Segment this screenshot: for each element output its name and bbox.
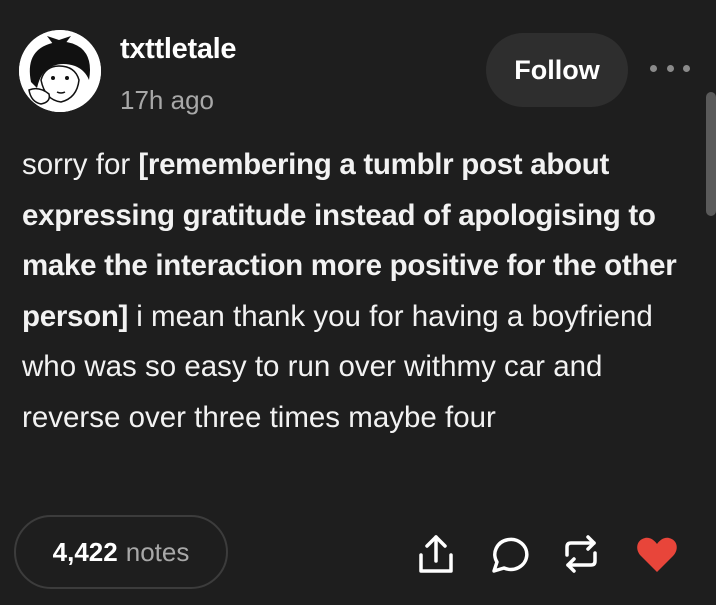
avatar-image [19,30,101,112]
heart-icon[interactable] [634,533,680,575]
scrollbar[interactable] [706,92,716,216]
follow-button[interactable]: Follow [486,33,628,107]
more-options-icon[interactable] [650,56,690,80]
notes-label: notes [125,536,190,567]
reblog-icon[interactable] [558,533,604,575]
more-dot [650,64,657,72]
username[interactable]: txttletale [120,33,237,66]
reply-icon[interactable] [486,533,532,575]
notes-count: 4,422 [52,536,118,567]
more-dot [666,64,674,72]
post-timestamp: 17h ago [120,85,214,115]
more-dot [683,64,690,72]
post-body-prefix: sorry for [22,148,139,181]
post-body: sorry for [remembering a tumblr post abo… [22,140,702,443]
notes-button[interactable]: 4,422 notes [14,515,228,589]
post-card: txttletale 17h ago Follow sorry for [rem… [0,0,716,605]
avatar[interactable] [19,30,101,112]
share-icon[interactable] [413,533,459,575]
